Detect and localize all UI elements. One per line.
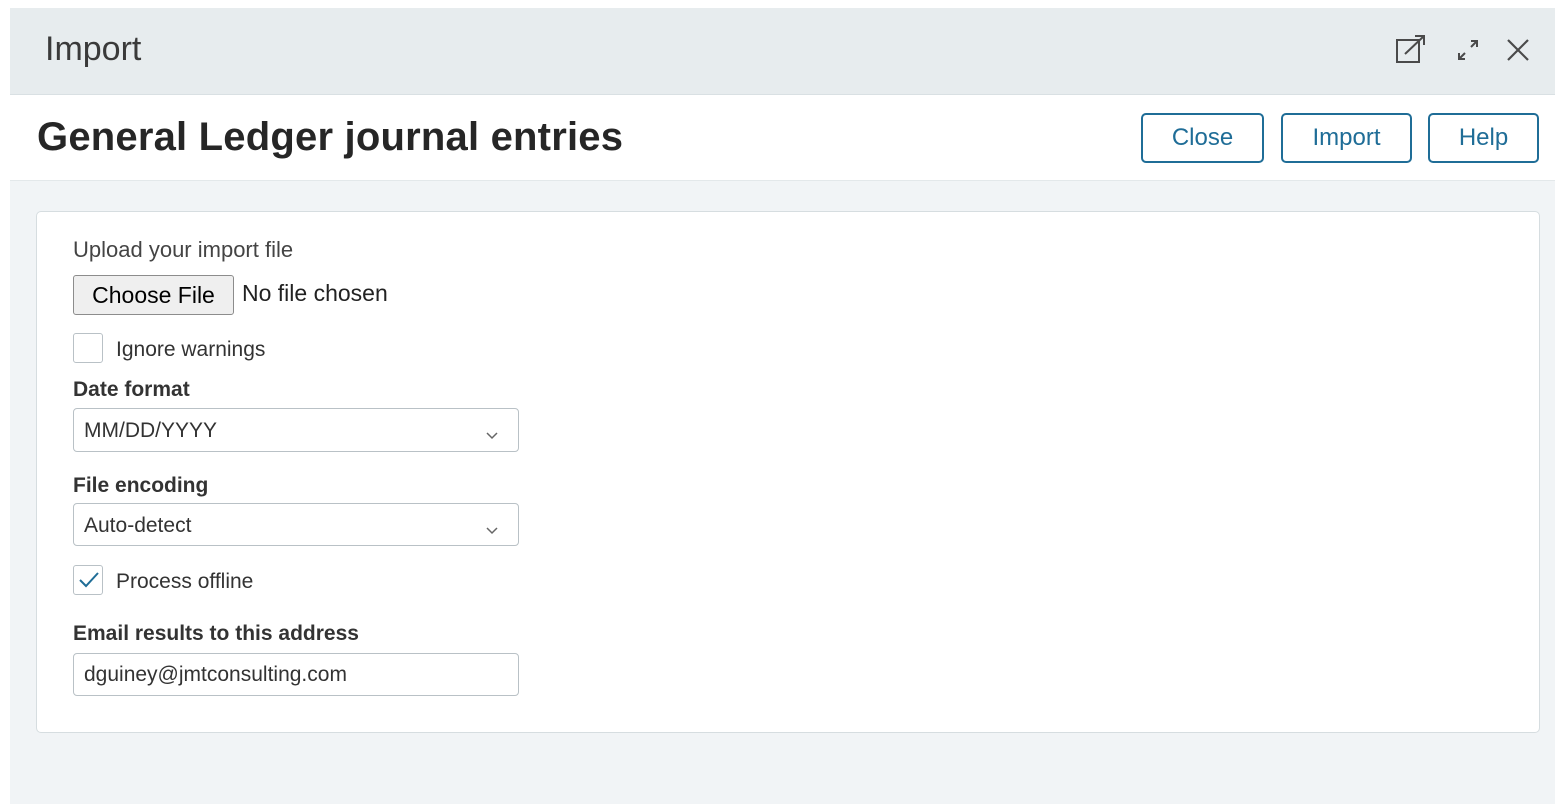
checkmark-icon [79, 572, 99, 588]
process-offline-checkbox[interactable] [73, 565, 103, 595]
close-button[interactable]: Close [1141, 113, 1264, 163]
close-icon[interactable] [1498, 30, 1538, 70]
email-label: Email results to this address [73, 622, 359, 645]
upload-label: Upload your import file [73, 237, 294, 262]
file-status-text: No file chosen [242, 280, 388, 306]
file-encoding-value: Auto-detect [84, 514, 192, 537]
date-format-select[interactable]: MM/DD/YYYY [73, 408, 519, 452]
chevron-down-icon [486, 427, 498, 445]
title-bar: Import [10, 8, 1555, 95]
date-format-label: Date format [73, 378, 190, 401]
chevron-down-icon [486, 522, 498, 540]
ignore-warnings-label: Ignore warnings [116, 338, 266, 361]
open-in-new-window-icon[interactable] [1391, 30, 1431, 70]
process-offline-label: Process offline [116, 570, 254, 593]
import-button[interactable]: Import [1281, 113, 1412, 163]
file-encoding-select[interactable]: Auto-detect [73, 503, 519, 546]
help-button[interactable]: Help [1428, 113, 1539, 163]
expand-icon[interactable] [1448, 30, 1488, 70]
dialog-title: Import [45, 30, 142, 68]
ignore-warnings-checkbox[interactable] [73, 333, 103, 363]
page-title: General Ledger journal entries [37, 115, 624, 159]
import-form-panel: Upload your import file Choose File No f… [36, 211, 1540, 733]
email-field[interactable] [73, 653, 519, 696]
choose-file-button[interactable]: Choose File [73, 275, 234, 315]
file-encoding-label: File encoding [73, 474, 209, 497]
page-header: General Ledger journal entries Close Imp… [10, 95, 1555, 181]
date-format-value: MM/DD/YYYY [84, 419, 218, 442]
import-dialog: Import General Ledger journal entries Cl… [10, 8, 1555, 804]
